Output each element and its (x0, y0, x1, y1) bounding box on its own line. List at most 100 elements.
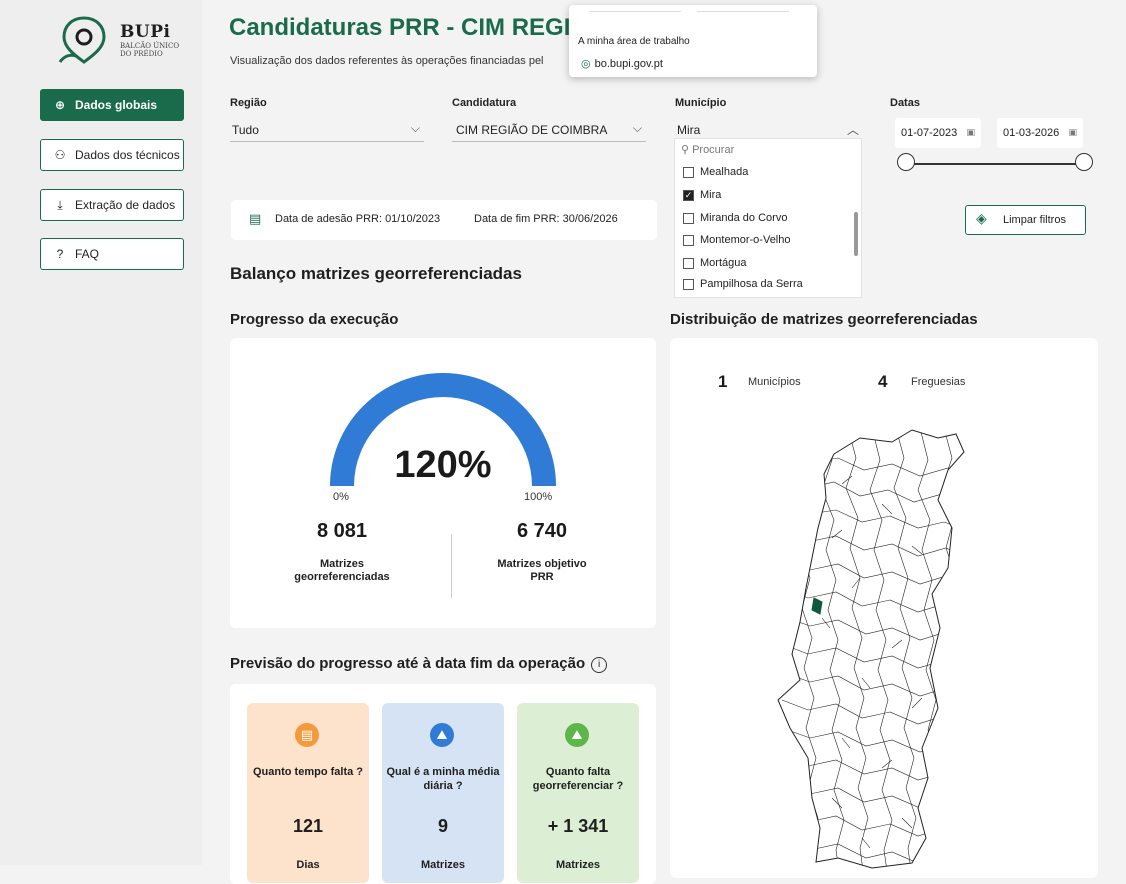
option-mira[interactable]: ✓ Mira (683, 189, 721, 201)
option-label: Miranda do Corvo (700, 212, 788, 224)
workspace-popup[interactable]: A minha área de trabalho ◎ bo.bupi.gov.pt (569, 5, 817, 77)
municipio-value: Mira (677, 123, 701, 137)
region-select[interactable]: Tudo ⌵ (230, 120, 424, 142)
gauge-percent: 120% (394, 444, 492, 486)
option-montemor-o-velho[interactable]: Montemor-o-Velho (683, 234, 791, 246)
prr-dates-card: ▤ Data de adesão PRR: 01/10/2023 Data de… (231, 200, 657, 240)
candidatura-select[interactable]: CIM REGIÃO DE COIMBRA ⌵ (452, 120, 646, 142)
info-icon[interactable]: i (591, 657, 608, 673)
forecast-unit: Matrizes (420, 859, 466, 871)
logo-text: BUPi BALCÃO ÚNICO DO PRÉDIO (120, 22, 190, 58)
checkbox[interactable] (683, 166, 694, 178)
option-miranda-do-corvo[interactable]: Miranda do Corvo (683, 212, 787, 224)
sidebar-item-dados-tecnicos[interactable]: ⚇ Dados dos técnicos (40, 139, 184, 171)
download-icon: ⤓ (57, 197, 63, 212)
option-pampilhosa-da-serra[interactable]: Pampilhosa da Serra (683, 278, 803, 290)
region-value: Tudo (232, 123, 259, 137)
eraser-icon: ◈ (976, 210, 987, 226)
forecast-value: 121 (292, 816, 324, 836)
users-icon: ⚇ (54, 148, 66, 162)
calendar-icon: ▤ (249, 211, 262, 226)
dropdown-scrollbar[interactable] (854, 212, 858, 256)
municipio-dropdown[interactable]: ⚲ Procurar Mealhada ✓ Mira Miranda do Corv… (674, 138, 862, 298)
sidebar-item-extracao-dados[interactable]: ⤓ Extração de dados (40, 189, 184, 221)
section-title-progresso: Progresso da execução (230, 311, 399, 328)
search-placeholder: Procurar (692, 144, 735, 156)
objective-count: 6 740 (516, 520, 568, 542)
option-mealhada[interactable]: Mealhada (683, 166, 748, 178)
slider-start-handle[interactable] (897, 153, 915, 171)
sidebar: BUPi BALCÃO ÚNICO DO PRÉDIO ⊕ Dados glob… (0, 0, 202, 865)
map-user-icon: ⛰ (565, 723, 589, 747)
checkbox[interactable] (683, 278, 694, 290)
adesao-date: Data de adesão PRR: 01/10/2023 (275, 213, 441, 225)
forecast-question: Quanto tempo falta ? (253, 766, 363, 778)
date-range-slider[interactable] (908, 163, 1083, 165)
option-label: Mortágua (700, 257, 747, 269)
start-date-input[interactable]: 01-07-2023 ▣ (895, 118, 981, 148)
filter-label-datas: Datas (890, 97, 920, 109)
forecast-question: Qual é a minha média diária ? (386, 766, 500, 792)
popup-workspace-label: A minha área de trabalho (578, 36, 690, 47)
popup-link[interactable]: ◎ bo.bupi.gov.pt (581, 57, 663, 70)
progress-card: 120% 0% 100% 8 081 6 740 Matrizes georre… (230, 338, 656, 628)
forecast-tile-time: ▤ Quanto tempo falta ? 121 Dias (247, 703, 369, 883)
bupi-small-icon: ◎ (581, 58, 591, 70)
checkbox[interactable] (683, 234, 694, 246)
logo-subtitle: BALCÃO ÚNICO DO PRÉDIO (120, 42, 180, 58)
portugal-map (777, 429, 965, 869)
popup-thumbnails (589, 11, 801, 23)
question-icon: ? (56, 247, 64, 261)
end-date-input[interactable]: 01-03-2026 ▣ (997, 118, 1083, 148)
forecast-card: ▤ Quanto tempo falta ? 121 Dias ⛰ Qual é… (230, 684, 656, 884)
sidebar-item-label: Dados dos técnicos (75, 148, 180, 162)
dropdown-search[interactable]: ⚲ Procurar (681, 143, 734, 156)
option-mortagua[interactable]: Mortágua (683, 257, 746, 269)
mira-municipality[interactable] (811, 597, 823, 615)
bupi-logo-icon (58, 16, 106, 64)
municipios-label: Municípios (748, 376, 801, 388)
forecast-tile-daily: ⛰ Qual é a minha média diária ? 9 Matriz… (382, 703, 504, 883)
logo-title: BUPi (120, 22, 171, 42)
end-date-value: 01-03-2026 (1003, 127, 1060, 139)
filter-label-candidatura: Candidatura (452, 97, 517, 109)
sidebar-item-label: Extração de dados (75, 198, 176, 212)
option-label: Pampilhosa da Serra (700, 278, 803, 290)
georef-label: Matrizes georreferenciadas (294, 558, 390, 583)
gauge-max-label: 100% (524, 491, 553, 503)
forecast-tile-remaining: ⛰ Quanto falta georreferenciar ? + 1 341… (517, 703, 639, 883)
section-title-distribuicao: Distribuição de matrizes georreferenciad… (670, 311, 978, 328)
sidebar-item-dados-globais[interactable]: ⊕ Dados globais (40, 89, 184, 121)
forecast-value: 9 (437, 816, 448, 836)
page-subtitle: Visualização dos dados referentes às ope… (230, 55, 544, 67)
freguesias-label: Freguesias (911, 376, 966, 388)
section-title-previsao: Previsão do progresso até à data fim da … (230, 655, 608, 673)
sidebar-item-label: Dados globais (75, 98, 158, 112)
checkbox[interactable] (683, 257, 694, 269)
checkbox-checked[interactable]: ✓ (683, 189, 694, 201)
georef-count: 8 081 (316, 520, 368, 542)
municipios-count: 1 (718, 372, 728, 391)
freguesias-count: 4 (878, 372, 888, 391)
option-label: Montemor-o-Velho (700, 234, 791, 246)
section-title-balanco: Balanço matrizes georreferenciadas (230, 264, 522, 283)
candidatura-value: CIM REGIÃO DE COIMBRA (456, 123, 608, 137)
calendar-icon: ▤ (295, 723, 319, 747)
previsao-title-text: Previsão do progresso até à data fim da … (230, 655, 586, 672)
municipality-borders (781, 430, 964, 868)
clear-filters-label: Limpar filtros (1003, 214, 1066, 226)
gauge-min-label: 0% (333, 491, 349, 503)
chevron-down-icon: ⌵ (410, 121, 420, 135)
sidebar-item-faq[interactable]: ? FAQ (40, 238, 184, 270)
checkbox[interactable] (683, 212, 694, 224)
globe-icon: ⊕ (54, 98, 66, 112)
calendar-icon: ▣ (966, 127, 975, 137)
chevron-down-icon: ⌵ (632, 121, 642, 135)
clear-filters-button[interactable]: ◈ Limpar filtros (965, 205, 1086, 235)
divider (451, 534, 452, 598)
forecast-unit: Dias (296, 859, 320, 871)
map-card: 1 Municípios 4 Freguesias (670, 338, 1098, 878)
slider-end-handle[interactable] (1075, 153, 1093, 171)
page-title: Candidaturas PRR - CIM REGIÃ (229, 14, 588, 41)
filter-label-regiao: Região (230, 97, 267, 109)
